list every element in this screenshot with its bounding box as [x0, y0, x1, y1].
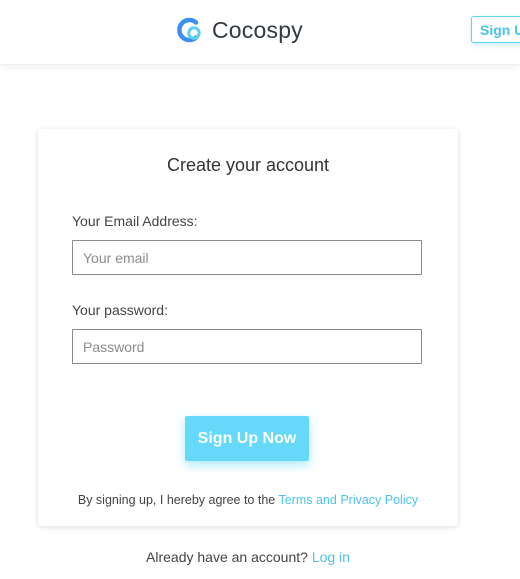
sign-up-now-button[interactable]: Sign Up Now	[185, 416, 309, 461]
terms-notice: By signing up, I hereby agree to the Ter…	[38, 493, 458, 507]
login-prompt-line: Already have an account? Log in	[0, 549, 496, 565]
email-input[interactable]	[72, 240, 422, 275]
header-signup-button[interactable]: Sign Up	[471, 16, 520, 43]
cocospy-logo-icon	[174, 16, 204, 44]
top-navigation-bar: Cocospy Sign Up	[0, 0, 520, 65]
signup-card: Create your account Your Email Address: …	[38, 129, 458, 526]
password-input[interactable]	[72, 329, 422, 364]
login-link[interactable]: Log in	[312, 549, 350, 565]
terms-link[interactable]: Terms and Privacy Policy	[278, 493, 418, 507]
password-label: Your password:	[72, 302, 168, 318]
brand[interactable]: Cocospy	[174, 16, 303, 44]
login-prompt-text: Already have an account?	[146, 549, 312, 565]
email-label: Your Email Address:	[72, 213, 198, 229]
brand-name: Cocospy	[212, 16, 303, 43]
form-title: Create your account	[166, 155, 330, 175]
terms-text: By signing up, I hereby agree to the	[77, 493, 279, 507]
